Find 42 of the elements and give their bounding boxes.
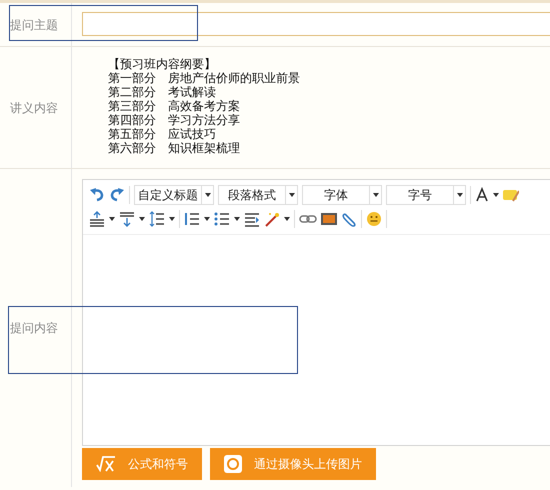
- magic-wand-icon[interactable]: [264, 211, 280, 227]
- outline-line: 【预习班内容纲要】: [108, 57, 217, 71]
- undo-icon[interactable]: [89, 187, 105, 203]
- field-label: 讲义内容: [0, 47, 72, 168]
- outline-line: 第二部分 考试解读: [108, 85, 217, 99]
- caret-icon[interactable]: [169, 217, 175, 221]
- outline-line: 第四部分 学习方法分享: [108, 113, 241, 127]
- caret-icon[interactable]: [284, 217, 290, 221]
- numbered-list-icon[interactable]: [184, 211, 200, 227]
- spacing-top-icon[interactable]: [89, 211, 105, 227]
- toolbar-dropdown[interactable]: 字体: [302, 185, 382, 205]
- toolbar-dropdown[interactable]: 字号: [386, 185, 466, 205]
- bullet-list-icon[interactable]: [214, 211, 230, 227]
- paperclip-icon[interactable]: [341, 211, 357, 227]
- redo-icon[interactable]: [109, 187, 125, 203]
- formula-icon: [96, 456, 116, 472]
- caret-icon[interactable]: [139, 217, 145, 221]
- toolbar-dropdown[interactable]: 自定义标题: [134, 185, 214, 205]
- line-height-icon[interactable]: [149, 211, 165, 227]
- caret-icon[interactable]: [456, 193, 462, 197]
- outline-line: 第一部分 房地产估价师的职业前景: [108, 71, 301, 85]
- subject-input-field[interactable]: [82, 12, 550, 36]
- spacing-bottom-icon[interactable]: [119, 211, 135, 227]
- caret-icon[interactable]: [288, 193, 294, 197]
- outline-line: 第六部分 知识框架梳理: [108, 141, 241, 155]
- field-label: 提问内容: [0, 169, 72, 487]
- field-label: 提问主题: [0, 3, 72, 46]
- font-color-icon[interactable]: [475, 187, 489, 203]
- indent-icon[interactable]: [244, 211, 260, 227]
- caret-icon[interactable]: [204, 193, 210, 197]
- camera-icon: [224, 455, 242, 473]
- toolbar-dropdown[interactable]: 段落格式: [218, 185, 298, 205]
- caret-icon[interactable]: [372, 193, 378, 197]
- spellcheck-icon[interactable]: [503, 187, 519, 203]
- outline-line: 第五部分 应试技巧: [108, 127, 217, 141]
- caret-icon[interactable]: [109, 217, 115, 221]
- caret-icon[interactable]: [493, 193, 499, 197]
- caret-icon[interactable]: [204, 217, 210, 221]
- outline-line: 第三部分 高效备考方案: [108, 99, 241, 113]
- image-icon[interactable]: [321, 211, 337, 227]
- caret-icon[interactable]: [234, 217, 240, 221]
- smiley-icon[interactable]: [366, 211, 382, 227]
